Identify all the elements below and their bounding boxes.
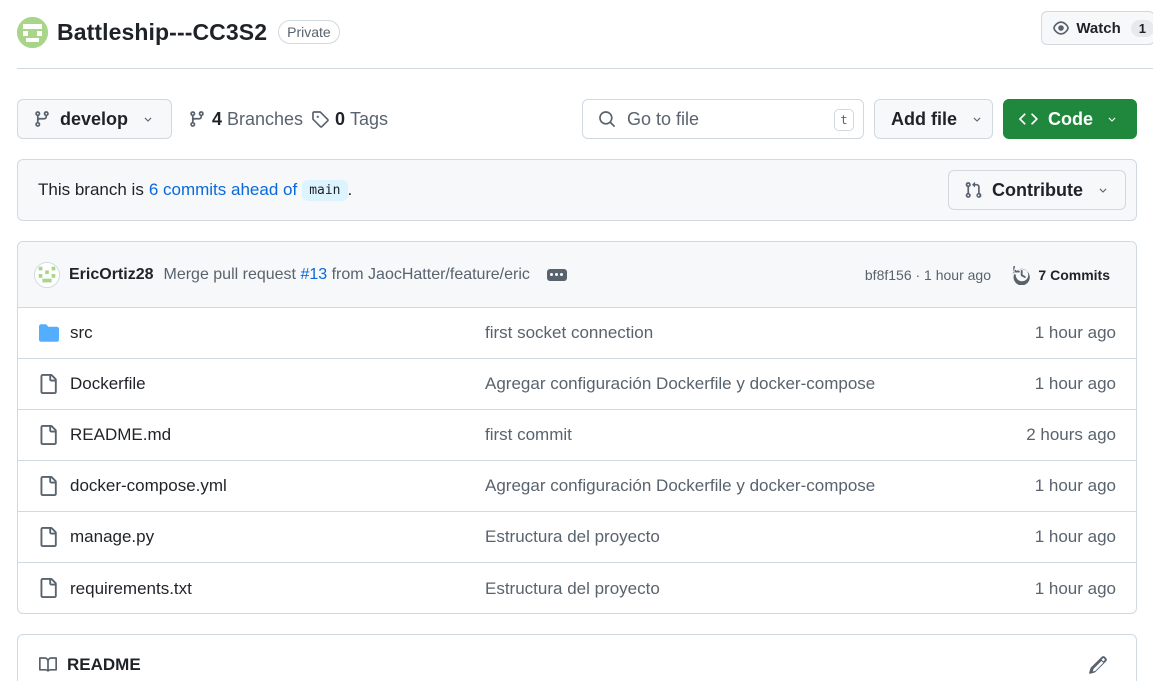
file-icon xyxy=(38,425,58,445)
file-row[interactable]: requirements.txt Estructura del proyecto 1… xyxy=(18,563,1136,613)
git-branch-icon xyxy=(188,110,206,128)
readme-title: README xyxy=(67,655,141,674)
watch-button[interactable]: Watch 1 xyxy=(1041,11,1153,45)
file-row[interactable]: docker-compose.yml Agregar configuración … xyxy=(18,461,1136,512)
commit-author-avatar[interactable] xyxy=(34,261,60,288)
repo-title[interactable]: Battleship---CC3S2 xyxy=(57,19,267,46)
repo-header: Battleship---CC3S2 Private Watch 1 xyxy=(17,11,1153,52)
file-commit-message[interactable]: first socket connection xyxy=(485,323,653,343)
commit-message[interactable]: Merge pull request #13 from JaocHatter/f… xyxy=(163,266,529,284)
branches-count: 4 xyxy=(212,108,223,129)
readme-header[interactable]: README xyxy=(38,655,141,675)
file-row[interactable]: README.md first commit 2 hours ago xyxy=(18,410,1136,461)
file-commit-message[interactable]: first commit xyxy=(485,425,572,445)
header-divider xyxy=(17,68,1153,69)
branches-link[interactable]: 4 Branches xyxy=(188,99,303,139)
latest-commit-bar: EricOrtiz28 Merge pull request #13 from … xyxy=(18,242,1136,308)
pencil-icon[interactable] xyxy=(1088,655,1108,675)
file-list: src first socket connection 1 hour ago Dock… xyxy=(18,308,1136,613)
file-name-link[interactable]: README.md xyxy=(70,425,171,445)
branch-info-prefix: This branch is xyxy=(38,180,144,199)
file-browser: EricOrtiz28 Merge pull request #13 from … xyxy=(17,241,1137,614)
git-branch-icon xyxy=(33,110,51,128)
tags-label: Tags xyxy=(350,108,389,129)
file-name-link[interactable]: manage.py xyxy=(70,527,154,547)
watch-label: Watch xyxy=(1076,19,1121,37)
chevron-down-icon xyxy=(1106,113,1118,125)
commit-message-prefix: Merge pull request xyxy=(163,265,296,283)
file-icon xyxy=(38,578,58,598)
pull-request-link[interactable]: #13 xyxy=(300,266,327,283)
file-commit-message[interactable]: Estructura del proyecto xyxy=(485,527,660,547)
code-icon xyxy=(1019,110,1039,128)
file-row[interactable]: src first socket connection 1 hour ago xyxy=(18,308,1136,359)
tags-count: 0 xyxy=(335,108,346,129)
branch-comparison-banner: This branch is 6 commits ahead of main .… xyxy=(17,159,1137,221)
file-name-link[interactable]: Dockerfile xyxy=(70,374,146,394)
contribute-button[interactable]: Contribute xyxy=(948,170,1126,210)
file-commit-time: 1 hour ago xyxy=(1034,476,1116,495)
add-file-button[interactable]: Add file xyxy=(874,99,993,139)
file-commit-time: 2 hours ago xyxy=(1026,425,1116,444)
chevron-down-icon xyxy=(142,113,154,125)
book-icon xyxy=(38,656,58,674)
file-icon xyxy=(38,476,58,496)
pull-request-icon xyxy=(964,181,982,199)
file-commit-message[interactable]: Agregar configuración Dockerfile y docke… xyxy=(485,374,875,394)
file-icon xyxy=(38,527,58,547)
branch-info-suffix: . xyxy=(347,180,353,199)
branch-name: develop xyxy=(60,108,129,129)
go-to-file-input[interactable]: Go to file t xyxy=(582,99,864,139)
eye-icon xyxy=(1052,19,1070,37)
search-icon xyxy=(598,110,616,128)
commit-hash-time[interactable]: bf8f156 · 1 hour ago xyxy=(865,267,991,283)
base-branch-badge[interactable]: main xyxy=(302,179,348,201)
code-label: Code xyxy=(1048,108,1093,129)
file-name-link[interactable]: requirements.txt xyxy=(70,579,192,599)
branch-selector[interactable]: develop xyxy=(17,99,172,139)
owner-avatar[interactable] xyxy=(17,16,48,48)
history-icon xyxy=(1012,265,1032,285)
file-name-link[interactable]: docker-compose.yml xyxy=(70,476,227,496)
chevron-down-icon xyxy=(971,113,983,125)
file-commit-time: 1 hour ago xyxy=(1034,323,1116,342)
expand-commit-message-button[interactable] xyxy=(546,268,567,281)
watch-count: 1 xyxy=(1130,19,1153,37)
commit-author[interactable]: EricOrtiz28 xyxy=(69,266,153,284)
visibility-badge: Private xyxy=(278,20,340,44)
file-commit-time: 1 hour ago xyxy=(1034,527,1116,546)
readme-panel: README xyxy=(17,634,1137,681)
tags-link[interactable]: 0 Tags xyxy=(311,99,388,139)
contribute-label: Contribute xyxy=(992,179,1083,200)
keyboard-shortcut-hint: t xyxy=(834,109,854,131)
file-commit-time: 1 hour ago xyxy=(1034,578,1116,598)
tag-icon xyxy=(311,110,329,128)
file-row[interactable]: Dockerfile Agregar configuración Dockerfi… xyxy=(18,359,1136,410)
branches-label: Branches xyxy=(227,108,304,129)
commits-history-link[interactable]: 7 Commits xyxy=(1012,265,1110,285)
code-button[interactable]: Code xyxy=(1003,99,1137,139)
search-placeholder: Go to file xyxy=(627,108,700,129)
add-file-label: Add file xyxy=(891,108,957,129)
file-icon xyxy=(38,374,58,394)
commits-ahead-link[interactable]: 6 commits ahead of xyxy=(149,180,297,200)
file-commit-time: 1 hour ago xyxy=(1034,374,1116,393)
chevron-down-icon xyxy=(1097,184,1109,196)
commit-message-suffix: from JaocHatter/feature/eric xyxy=(331,265,530,283)
file-name-link[interactable]: src xyxy=(70,323,93,343)
file-row[interactable]: manage.py Estructura del proyecto 1 hour a… xyxy=(18,512,1136,563)
folder-icon xyxy=(38,323,60,343)
file-commit-message[interactable]: Estructura del proyecto xyxy=(485,579,660,599)
file-commit-message[interactable]: Agregar configuración Dockerfile y docke… xyxy=(485,476,875,496)
commits-count-label: 7 Commits xyxy=(1038,266,1110,283)
repo-toolbar: develop 4 Branches 0 Tags Go to file t A… xyxy=(17,99,1137,139)
